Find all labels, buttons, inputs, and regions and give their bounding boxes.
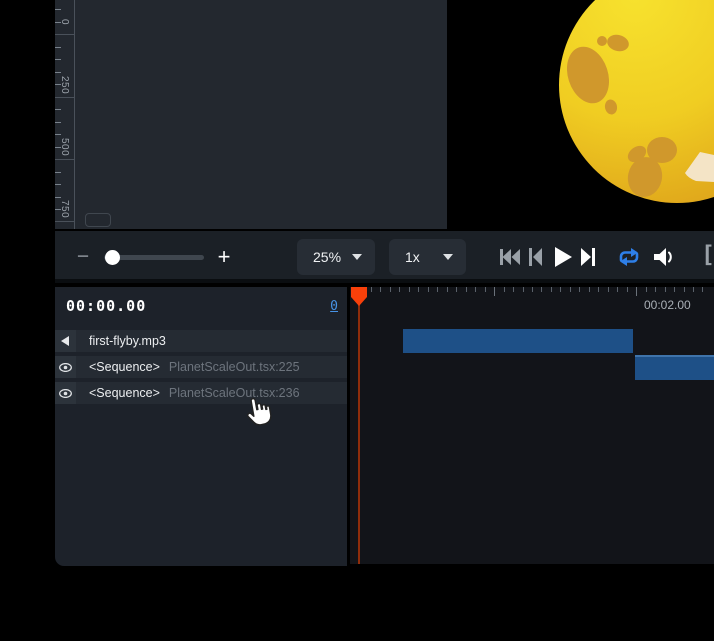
track-label: first-flyby.mp3 — [89, 334, 166, 348]
zoom-level-dropdown[interactable]: 25% — [297, 239, 375, 275]
canvas-zoom-slider-thumb[interactable] — [105, 250, 120, 265]
current-frame-link[interactable]: 0 — [330, 299, 338, 314]
track-row[interactable]: first-flyby.mp3 — [55, 330, 347, 352]
previous-frame-icon — [528, 248, 543, 266]
skip-to-start-icon — [499, 247, 521, 267]
canvas-stage: 0250500750 — [55, 0, 714, 229]
vertical-ruler: 0250500750 — [55, 0, 75, 229]
volume-icon — [652, 246, 674, 268]
playback-toolbar: − + 25% 1x — [55, 231, 714, 283]
timeline-header: 00:00.00 0 — [55, 287, 347, 325]
timeline-time-label: 00:02.00 — [644, 298, 691, 312]
remotion-studio-window: 0250500750 — [0, 0, 714, 641]
in-out-marker-button[interactable]: [ — [701, 242, 714, 268]
chevron-down-icon — [352, 254, 362, 260]
next-frame-icon — [580, 247, 596, 267]
timeline-section: 00:00.00 0 first-flyby.mp3 <Sequence> Plan… — [55, 287, 714, 566]
chevron-down-icon — [443, 254, 453, 260]
eye-icon[interactable] — [55, 382, 76, 404]
track-row[interactable]: <Sequence> PlanetScaleOut.tsx:225 — [55, 356, 347, 378]
track-label: <Sequence> — [89, 386, 160, 400]
timeline-track-panel: 00:00.00 0 first-flyby.mp3 <Sequence> Plan… — [55, 287, 347, 566]
track-list: first-flyby.mp3 <Sequence> PlanetScaleOut.… — [55, 330, 347, 404]
current-timecode: 00:00.00 — [66, 297, 146, 315]
mute-toggle-button[interactable] — [652, 246, 674, 268]
playback-rate-dropdown[interactable]: 1x — [389, 239, 466, 275]
previous-frame-button[interactable] — [528, 248, 543, 266]
track-source-ref: PlanetScaleOut.tsx:236 — [169, 386, 300, 400]
canvas-zoom-out-button[interactable]: − — [71, 244, 95, 270]
playhead-line[interactable] — [358, 287, 360, 564]
speaker-icon[interactable] — [55, 330, 76, 352]
moon-illustration — [447, 0, 714, 229]
skip-to-start-button[interactable] — [499, 247, 521, 267]
hand-cursor — [241, 395, 274, 430]
loop-icon — [617, 247, 641, 267]
next-frame-button[interactable] — [580, 247, 596, 267]
ruler-label: 250 — [59, 76, 70, 94]
canvas-corner-widget — [85, 213, 111, 227]
track-source-ref: PlanetScaleOut.tsx:225 — [169, 360, 300, 374]
composition-preview — [447, 0, 714, 229]
sequence-clip[interactable] — [635, 355, 714, 380]
play-icon — [553, 246, 573, 268]
track-label: <Sequence> — [89, 360, 160, 374]
zoom-level-value: 25% — [313, 249, 341, 265]
playhead-handle[interactable] — [350, 287, 368, 307]
play-button[interactable] — [553, 246, 573, 268]
canvas-zoom-in-button[interactable]: + — [211, 243, 237, 271]
eye-icon[interactable] — [55, 356, 76, 378]
sequence-clip[interactable] — [403, 329, 633, 353]
playback-rate-value: 1x — [405, 249, 420, 265]
timeline-lanes[interactable]: 00:02.00 — [350, 287, 714, 564]
track-row[interactable]: <Sequence> PlanetScaleOut.tsx:236 — [55, 382, 347, 404]
loop-toggle-button[interactable] — [617, 247, 641, 267]
